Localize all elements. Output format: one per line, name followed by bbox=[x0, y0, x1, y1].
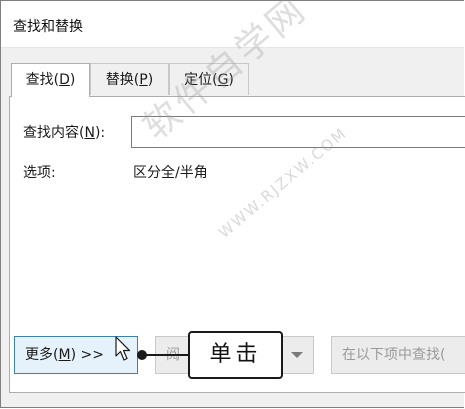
tab-goto-key: G bbox=[217, 72, 229, 88]
dropdown-caret-icon bbox=[291, 352, 303, 358]
find-label-text: 查找内容( bbox=[23, 125, 85, 141]
title-bar: 查找和替换 bbox=[1, 1, 464, 48]
tab-find-label-end: ) bbox=[69, 72, 76, 88]
find-what-label: 查找内容(N): bbox=[23, 122, 105, 142]
callout-anchor-dot bbox=[137, 350, 147, 360]
tab-goto-label-end: ) bbox=[228, 72, 234, 88]
tab-find[interactable]: 查找(D) bbox=[11, 63, 90, 97]
more-button-label-end: ) >> bbox=[70, 347, 104, 363]
tab-replace[interactable]: 替换(P) bbox=[90, 63, 169, 95]
tab-replace-label-end: ) bbox=[147, 72, 154, 88]
find-in-button[interactable]: 在以下项中查找( bbox=[331, 336, 465, 374]
find-label-end: ): bbox=[94, 125, 106, 141]
tab-find-label: 查找( bbox=[25, 72, 60, 88]
tab-goto-label: 定位( bbox=[184, 72, 218, 88]
tab-find-key: D bbox=[59, 72, 70, 88]
window-title: 查找和替换 bbox=[13, 19, 83, 35]
options-label: 选项: bbox=[23, 165, 56, 181]
options-value: 区分全/半角 bbox=[133, 165, 208, 181]
mouse-pointer-icon bbox=[115, 336, 131, 361]
find-in-label: 在以下项中查找( bbox=[342, 347, 446, 363]
find-what-input[interactable] bbox=[131, 116, 465, 148]
more-button-key: M bbox=[58, 347, 71, 363]
click-callout: 单击 bbox=[188, 331, 283, 379]
more-button-label: 更多( bbox=[25, 347, 59, 363]
tab-goto[interactable]: 定位(G) bbox=[169, 63, 249, 95]
callout-connector bbox=[141, 354, 189, 356]
tab-replace-key: P bbox=[139, 72, 148, 88]
tab-replace-label: 替换( bbox=[105, 72, 140, 88]
find-label-key: N bbox=[84, 125, 95, 141]
reading-highlight-dropdown[interactable] bbox=[278, 336, 314, 374]
